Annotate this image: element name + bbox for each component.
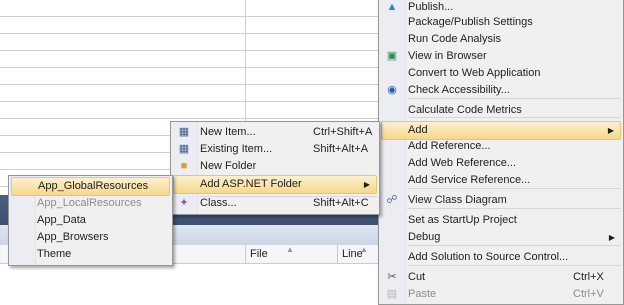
project-context-menu: ▲ Publish... Package/Publish Settings Ru… — [378, 0, 624, 305]
shortcut-cut: Ctrl+X — [573, 271, 604, 283]
submenu-arrow-icon: ▶ — [363, 180, 370, 189]
folder-icon: ■ — [180, 160, 188, 172]
menu-item-paste[interactable]: ▤ Paste Ctrl+V — [381, 286, 621, 303]
error-list-body — [0, 264, 380, 301]
shortcut-paste: Ctrl+V — [573, 288, 604, 300]
menu-separator — [407, 188, 621, 189]
menu-item-view-in-browser[interactable]: ▣ View in Browser — [381, 48, 621, 65]
new-item-icon: ▦ — [178, 126, 190, 138]
menu-item-add-aspnet-folder[interactable]: Add ASP.NET Folder ▶ — [173, 175, 377, 194]
menu-item-view-class-diagram[interactable]: ☍ View Class Diagram — [381, 192, 621, 209]
shortcut-new-item: Ctrl+Shift+A — [313, 126, 373, 138]
menu-item-class[interactable]: ✦ Class... Shift+Alt+C — [173, 195, 377, 212]
menu-item-app-data[interactable]: App_Data — [11, 212, 170, 229]
menu-item-package-publish-settings[interactable]: Package/Publish Settings — [381, 14, 621, 31]
menu-item-debug[interactable]: Debug ▶ — [381, 229, 621, 246]
menu-item-existing-item[interactable]: ▦ Existing Item... Shift+Alt+A — [173, 141, 377, 158]
publish-icon: ▲ — [386, 1, 398, 13]
menu-item-add-web-reference[interactable]: Add Web Reference... — [381, 155, 621, 172]
menu-separator — [407, 208, 621, 209]
menu-item-new-folder[interactable]: ■ New Folder — [173, 158, 377, 175]
shortcut-class: Shift+Alt+C — [313, 197, 369, 209]
menu-item-theme[interactable]: Theme — [11, 246, 170, 263]
add-submenu: ▦ New Item... Ctrl+Shift+A ▦ Existing It… — [170, 121, 380, 215]
submenu-arrow-icon: ▶ — [607, 126, 614, 135]
menu-item-add-service-reference[interactable]: Add Service Reference... — [381, 172, 621, 189]
existing-item-icon: ▦ — [178, 143, 190, 155]
column-header-line[interactable]: Line ▲ — [337, 245, 382, 263]
menu-item-app-browsers[interactable]: App_Browsers — [11, 229, 170, 246]
menu-item-set-startup-project[interactable]: Set as StartUp Project — [381, 212, 621, 229]
browser-icon: ▣ — [386, 50, 398, 62]
menu-item-check-accessibility[interactable]: ◉ Check Accessibility... — [381, 82, 621, 99]
menu-separator — [407, 245, 621, 246]
menu-separator — [407, 117, 621, 118]
accessibility-icon: ◉ — [387, 84, 397, 96]
shortcut-existing-item: Shift+Alt+A — [313, 143, 369, 155]
menu-item-app-globalresources[interactable]: App_GlobalResources — [11, 177, 170, 196]
column-file-label: File — [250, 248, 268, 260]
sort-arrow-icon: ▲ — [360, 245, 368, 254]
menu-item-convert-to-web-application[interactable]: Convert to Web Application — [381, 65, 621, 82]
aspnet-folder-submenu: App_GlobalResources App_LocalResources A… — [8, 175, 173, 266]
menu-item-add-solution-to-source-control[interactable]: Add Solution to Source Control... — [381, 249, 621, 266]
column-header-file[interactable]: File ▲ — [245, 245, 338, 263]
submenu-arrow-icon: ▶ — [608, 233, 615, 242]
paste-icon: ▤ — [386, 288, 398, 300]
class-diagram-icon: ☍ — [386, 194, 398, 206]
class-icon: ✦ — [179, 197, 189, 209]
scissors-icon: ✂ — [387, 271, 397, 283]
menu-item-add-reference[interactable]: Add Reference... — [381, 138, 621, 155]
menu-separator — [407, 98, 621, 99]
menu-separator — [407, 265, 621, 266]
menu-item-cut[interactable]: ✂ Cut Ctrl+X — [381, 269, 621, 286]
menu-item-app-localresources[interactable]: App_LocalResources — [11, 195, 170, 212]
menu-item-new-item[interactable]: ▦ New Item... Ctrl+Shift+A — [173, 124, 377, 141]
sort-arrow-icon: ▲ — [286, 245, 294, 254]
menu-item-run-code-analysis[interactable]: Run Code Analysis — [381, 31, 621, 48]
